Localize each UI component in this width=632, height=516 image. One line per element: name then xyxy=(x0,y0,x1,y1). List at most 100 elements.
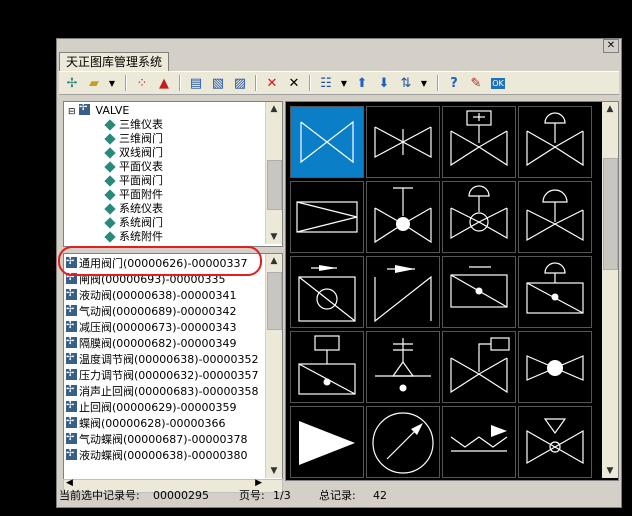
help-icon[interactable]: ? xyxy=(445,74,463,92)
edit-icon[interactable]: ✎ xyxy=(467,74,485,92)
tree-item[interactable]: 平面阀门 xyxy=(104,174,163,187)
symbol-thumbnail[interactable] xyxy=(290,256,364,328)
collapse-icon[interactable]: ⊟ xyxy=(68,107,76,117)
scroll-thumb[interactable] xyxy=(603,158,618,270)
symbol-thumbnail[interactable] xyxy=(366,406,440,478)
list-item[interactable]: 温度调节阀(00000638)-00000352 xyxy=(66,350,259,367)
export-icon[interactable]: ▧ xyxy=(209,74,227,92)
list-item-label: 压力调节阀(00000632)-00000357 xyxy=(79,369,259,382)
page-value: 1/3 xyxy=(273,489,291,502)
move-up-icon[interactable]: ⬆ xyxy=(353,74,371,92)
toolbar-separator xyxy=(255,75,257,91)
list-item-label: 气动阀(00000689)-00000342 xyxy=(79,305,237,318)
tree-item-label: 平面附件 xyxy=(119,188,163,201)
toolbar-separator xyxy=(179,75,181,91)
triangle-icon[interactable]: ▲ xyxy=(155,74,173,92)
open-folder-icon[interactable]: ▰ xyxy=(85,74,103,92)
symbol-thumbnail[interactable] xyxy=(290,106,364,178)
tree-item[interactable]: 系统仪表 xyxy=(104,202,163,215)
dropdown-icon[interactable]: ▼ xyxy=(103,74,121,92)
symbol-thumbnail[interactable] xyxy=(518,256,592,328)
list-item-label: 隔膜阀(00000682)-00000349 xyxy=(79,337,237,350)
new-library-icon[interactable]: ✢ xyxy=(63,74,81,92)
symbol-thumbnail[interactable] xyxy=(442,406,516,478)
tree-scrollbar[interactable]: ▲ ▼ xyxy=(265,102,282,244)
scroll-thumb[interactable] xyxy=(267,272,282,330)
scroll-up-icon[interactable]: ▲ xyxy=(602,102,618,116)
list-item[interactable]: 闸阀(00000693)-00000335 xyxy=(66,270,226,287)
total-label: 总记录: xyxy=(319,489,356,502)
list-item[interactable]: 止回阀(00000629)-00000359 xyxy=(66,398,237,415)
symbol-thumbnail[interactable] xyxy=(442,106,516,178)
list-item[interactable]: 蝶阀(00000628)-00000366 xyxy=(66,414,226,431)
tree-item-label: 双线阀门 xyxy=(119,146,163,159)
list-item[interactable]: 隔膜阀(00000682)-00000349 xyxy=(66,334,237,351)
list-item-label: 消声止回阀(00000683)-00000358 xyxy=(79,385,259,398)
symbol-thumbnail[interactable] xyxy=(518,181,592,253)
scroll-up-icon[interactable]: ▲ xyxy=(266,102,282,116)
list-item[interactable]: 液动阀(00000638)-00000341 xyxy=(66,286,237,303)
ok-icon[interactable]: OK xyxy=(489,74,507,92)
list-item-label: 蝶阀(00000628)-00000366 xyxy=(79,417,226,430)
tree-item[interactable]: 三维阀门 xyxy=(104,132,163,145)
import-icon[interactable]: ▤ xyxy=(187,74,205,92)
tree-root[interactable]: ⊟ VALVE xyxy=(68,102,129,117)
copy-icon[interactable]: ▨ xyxy=(231,74,249,92)
delete-icon[interactable]: ✕ xyxy=(285,74,303,92)
list-item-label: 止回阀(00000629)-00000359 xyxy=(79,401,237,414)
symbol-thumbnail[interactable] xyxy=(366,256,440,328)
toolbar-separator xyxy=(309,75,311,91)
scroll-down-icon[interactable]: ▼ xyxy=(266,464,282,478)
scroll-up-icon[interactable]: ▲ xyxy=(266,254,282,268)
list-item[interactable]: 气动蝶阀(00000687)-00000378 xyxy=(66,430,248,447)
close-button[interactable]: ✕ xyxy=(603,39,619,53)
list-item-label: 闸阀(00000693)-00000335 xyxy=(79,273,226,286)
category-icon xyxy=(104,147,116,159)
scroll-down-icon[interactable]: ▼ xyxy=(266,230,282,244)
tree-item[interactable]: 三维仪表 xyxy=(104,118,163,131)
tree-item[interactable]: 双线阀门 xyxy=(104,146,163,159)
scroll-thumb[interactable] xyxy=(267,160,282,210)
category-icon xyxy=(104,217,116,229)
sort-dropdown-icon[interactable]: ▼ xyxy=(415,74,433,92)
symbol-icon xyxy=(66,430,77,445)
tree-item[interactable]: 平面附件 xyxy=(104,188,163,201)
list-item-label: 温度调节阀(00000638)-00000352 xyxy=(79,353,259,366)
list-item[interactable]: 压力调节阀(00000632)-00000357 xyxy=(66,366,259,383)
symbol-thumbnail[interactable] xyxy=(366,106,440,178)
grid-scrollbar[interactable]: ▲ ▼ xyxy=(602,102,618,478)
record-list: 通用阀门(00000626)-00000337 闸阀(00000693)-0000… xyxy=(63,253,283,481)
list-item[interactable]: 通用阀门(00000626)-00000337 xyxy=(66,254,248,271)
symbol-thumbnail[interactable] xyxy=(442,331,516,403)
symbol-thumbnail[interactable] xyxy=(518,331,592,403)
toolbar-separator xyxy=(125,75,127,91)
list-item[interactable]: 减压阀(00000673)-00000343 xyxy=(66,318,237,335)
symbol-thumbnail[interactable] xyxy=(518,106,592,178)
symbol-thumbnail[interactable] xyxy=(290,331,364,403)
sort-icon[interactable]: ⇅ xyxy=(397,74,415,92)
list-item[interactable]: 消声止回阀(00000683)-00000358 xyxy=(66,382,259,399)
delete-red-icon[interactable]: ✕ xyxy=(263,74,281,92)
symbol-thumbnail[interactable] xyxy=(290,181,364,253)
symbol-thumbnail[interactable] xyxy=(366,331,440,403)
symbol-thumbnail[interactable] xyxy=(366,181,440,253)
view-dropdown-icon[interactable]: ▼ xyxy=(335,74,353,92)
symbol-thumbnail[interactable] xyxy=(442,181,516,253)
symbol-thumbnail[interactable] xyxy=(290,406,364,478)
move-down-icon[interactable]: ⬇ xyxy=(375,74,393,92)
tree-item[interactable]: 系统阀门 xyxy=(104,216,163,229)
category-icon xyxy=(104,175,116,187)
view-mode-icon[interactable]: ☷ xyxy=(317,74,335,92)
list-item[interactable]: 气动阀(00000689)-00000342 xyxy=(66,302,237,319)
list-scrollbar[interactable]: ▲ ▼ xyxy=(265,254,282,478)
tree-item[interactable]: 系统附件 xyxy=(104,230,163,243)
symbol-thumbnail[interactable] xyxy=(442,256,516,328)
symbol-thumbnail[interactable] xyxy=(518,406,592,478)
category-icon xyxy=(104,189,116,201)
tree-item[interactable]: 平面仪表 xyxy=(104,160,163,173)
list-item[interactable]: 液动蝶阀(00000638)-00000380 xyxy=(66,446,248,463)
list-item-label: 气动蝶阀(00000687)-00000378 xyxy=(79,433,248,446)
select-icon[interactable]: ⁘ xyxy=(133,74,151,92)
symbol-icon xyxy=(66,414,77,429)
scroll-down-icon[interactable]: ▼ xyxy=(602,464,618,478)
